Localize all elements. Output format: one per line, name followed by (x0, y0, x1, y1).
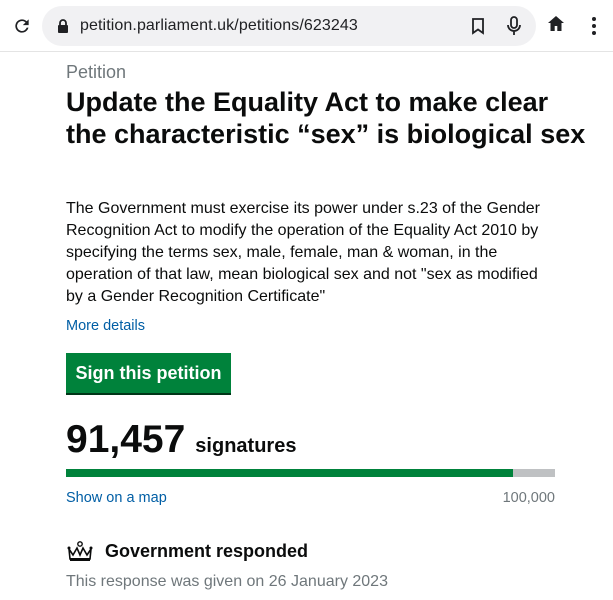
petition-title: Update the Equality Act to make clear th… (66, 87, 586, 149)
signature-progress-bar (66, 469, 555, 477)
sign-petition-button[interactable]: Sign this petition (66, 353, 231, 393)
signature-count: 91,457 (66, 418, 186, 461)
url-text[interactable]: petition.parliament.uk/petitions/623243 (80, 17, 358, 35)
lock-icon (57, 18, 69, 34)
petition-description: The Government must exercise its power u… (66, 200, 541, 305)
response-date: This response was given on 26 January 20… (66, 573, 388, 590)
bookmark-icon[interactable] (469, 17, 487, 35)
show-on-map-link[interactable]: Show on a map (66, 490, 167, 506)
signature-label: signatures (195, 435, 297, 457)
signature-count-row: 91,457 signatures (66, 418, 296, 462)
signature-target: 100,000 (502, 490, 555, 506)
more-details-link[interactable]: More details (66, 318, 145, 334)
signature-progress-fill (66, 469, 514, 477)
home-icon[interactable] (546, 14, 568, 36)
mic-icon[interactable] (504, 15, 524, 37)
government-responded-heading: Government responded (105, 541, 309, 561)
petition-caption: Petition (66, 62, 127, 82)
crown-icon (66, 540, 94, 562)
reload-icon[interactable] (10, 14, 34, 38)
address-bar[interactable]: petition.parliament.uk/petitions/623243 (42, 6, 536, 46)
browser-toolbar: petition.parliament.uk/petitions/623243 (0, 0, 613, 52)
menu-icon[interactable] (588, 16, 600, 36)
